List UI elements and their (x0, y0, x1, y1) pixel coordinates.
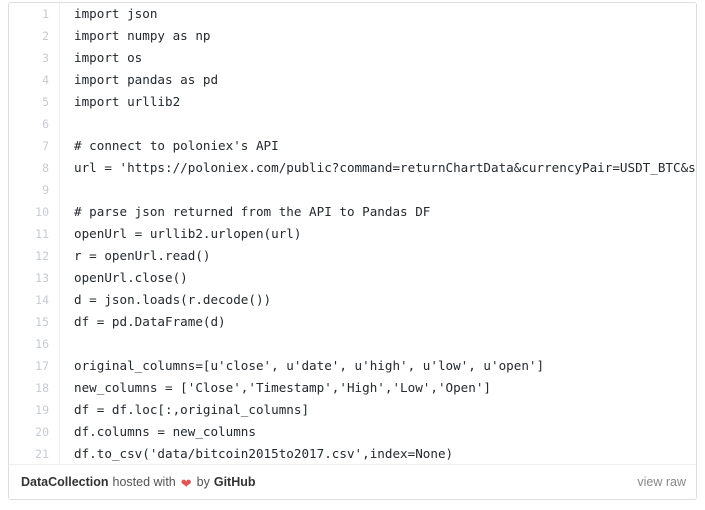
line-code[interactable]: import urllib2 (59, 91, 696, 113)
line-number: 9 (9, 179, 60, 201)
code-line-row: 5 import urllib2 (9, 91, 696, 113)
code-text: original_columns=[u'close', u'date', u'h… (74, 358, 545, 373)
line-code[interactable]: # connect to poloniex's API (59, 135, 696, 157)
code-line-row: 20 df.columns = new_columns (9, 421, 696, 443)
gist-code-body: 1 import json 2 import numpy as np 3 imp… (9, 3, 696, 464)
code-line-row: 9 (9, 179, 696, 201)
line-code[interactable]: import json (59, 3, 696, 25)
gist-filename[interactable]: DataCollection (21, 475, 109, 489)
gist-embed: 1 import json 2 import numpy as np 3 imp… (8, 2, 697, 500)
line-code[interactable]: original_columns=[u'close', u'date', u'h… (59, 355, 696, 377)
code-text: import pandas as pd (74, 72, 219, 87)
code-line-row: 11 openUrl = urllib2.urlopen(url) (9, 223, 696, 245)
code-line-row: 12 r = openUrl.read() (9, 245, 696, 267)
code-text: new_columns = ['Close','Timestamp','High… (74, 380, 492, 395)
code-line-row: 1 import json (9, 3, 696, 25)
code-text: import json (74, 6, 158, 21)
line-code[interactable]: df.to_csv('data/bitcoin2015to2017.csv',i… (59, 443, 696, 464)
code-line-row: 10 # parse json returned from the API to… (9, 201, 696, 223)
line-code[interactable]: # parse json returned from the API to Pa… (59, 201, 696, 223)
line-number: 3 (9, 47, 60, 69)
gist-attribution: DataCollection hosted with ❤ by GitHub (21, 475, 256, 491)
code-line-row: 17 original_columns=[u'close', u'date', … (9, 355, 696, 377)
code-line-row: 3 import os (9, 47, 696, 69)
heart-icon: ❤ (180, 475, 192, 491)
view-raw-link[interactable]: view raw (637, 475, 686, 489)
line-number: 2 (9, 25, 60, 47)
code-line-row: 16 (9, 333, 696, 355)
code-line-row: 13 openUrl.close() (9, 267, 696, 289)
line-number: 14 (9, 289, 60, 311)
line-number: 11 (9, 223, 60, 245)
code-text: openUrl = urllib2.urlopen(url) (74, 226, 302, 241)
host-name[interactable]: GitHub (214, 475, 256, 489)
line-number: 17 (9, 355, 60, 377)
line-code[interactable] (59, 333, 696, 355)
line-number: 1 (9, 3, 60, 25)
line-code[interactable]: import pandas as pd (59, 69, 696, 91)
line-number: 12 (9, 245, 60, 267)
code-line-row: 6 (9, 113, 696, 135)
line-code[interactable]: import numpy as np (59, 25, 696, 47)
line-code[interactable]: openUrl.close() (59, 267, 696, 289)
line-number: 16 (9, 333, 60, 355)
code-text: df = pd.DataFrame(d) (74, 314, 226, 329)
line-code[interactable]: df.columns = new_columns (59, 421, 696, 443)
code-line-row: 21 df.to_csv('data/bitcoin2015to2017.csv… (9, 443, 696, 464)
code-line-row: 19 df = df.loc[:,original_columns] (9, 399, 696, 421)
gist-footer: DataCollection hosted with ❤ by GitHub v… (9, 464, 696, 499)
code-text: r = openUrl.read() (74, 248, 211, 263)
by-label: by (196, 475, 210, 489)
line-number: 19 (9, 399, 60, 421)
code-text: d = json.loads(r.decode()) (74, 292, 272, 307)
line-number: 7 (9, 135, 60, 157)
line-number: 20 (9, 421, 60, 443)
line-number: 8 (9, 157, 60, 179)
line-number: 5 (9, 91, 60, 113)
line-number: 18 (9, 377, 60, 399)
line-code[interactable]: import os (59, 47, 696, 69)
hosted-with-label: hosted with (112, 475, 176, 489)
line-code[interactable]: df = df.loc[:,original_columns] (59, 399, 696, 421)
code-line-row: 2 import numpy as np (9, 25, 696, 47)
line-code[interactable] (59, 179, 696, 201)
code-text: import os (74, 50, 143, 65)
line-number: 13 (9, 267, 60, 289)
line-number: 6 (9, 113, 60, 135)
line-code[interactable]: d = json.loads(r.decode()) (59, 289, 696, 311)
line-number: 10 (9, 201, 60, 223)
line-number: 15 (9, 311, 60, 333)
code-table-body: 1 import json 2 import numpy as np 3 imp… (9, 3, 696, 464)
line-code[interactable]: openUrl = urllib2.urlopen(url) (59, 223, 696, 245)
code-line-row: 7 # connect to poloniex's API (9, 135, 696, 157)
code-line-row: 18 new_columns = ['Close','Timestamp','H… (9, 377, 696, 399)
line-code[interactable]: r = openUrl.read() (59, 245, 696, 267)
code-text: import numpy as np (74, 28, 211, 43)
code-text: df.columns = new_columns (74, 424, 256, 439)
line-number: 4 (9, 69, 60, 91)
line-code[interactable]: df = pd.DataFrame(d) (59, 311, 696, 333)
line-code[interactable]: new_columns = ['Close','Timestamp','High… (59, 377, 696, 399)
code-text: df = df.loc[:,original_columns] (74, 402, 310, 417)
code-line-row: 15 df = pd.DataFrame(d) (9, 311, 696, 333)
code-text: openUrl.close() (74, 270, 188, 285)
code-text: # connect to poloniex's API (74, 138, 279, 153)
code-text: df.to_csv('data/bitcoin2015to2017.csv',i… (74, 446, 454, 461)
code-line-row: 4 import pandas as pd (9, 69, 696, 91)
line-number: 21 (9, 443, 60, 464)
line-code[interactable]: url = 'https://poloniex.com/public?comma… (59, 157, 696, 179)
code-line-row: 14 d = json.loads(r.decode()) (9, 289, 696, 311)
code-line-row: 8 url = 'https://poloniex.com/public?com… (9, 157, 696, 179)
code-text: url = 'https://poloniex.com/public?comma… (74, 160, 696, 175)
line-code[interactable] (59, 113, 696, 135)
code-text: import urllib2 (74, 94, 181, 109)
code-table: 1 import json 2 import numpy as np 3 imp… (9, 3, 696, 464)
code-text: # parse json returned from the API to Pa… (74, 204, 431, 219)
